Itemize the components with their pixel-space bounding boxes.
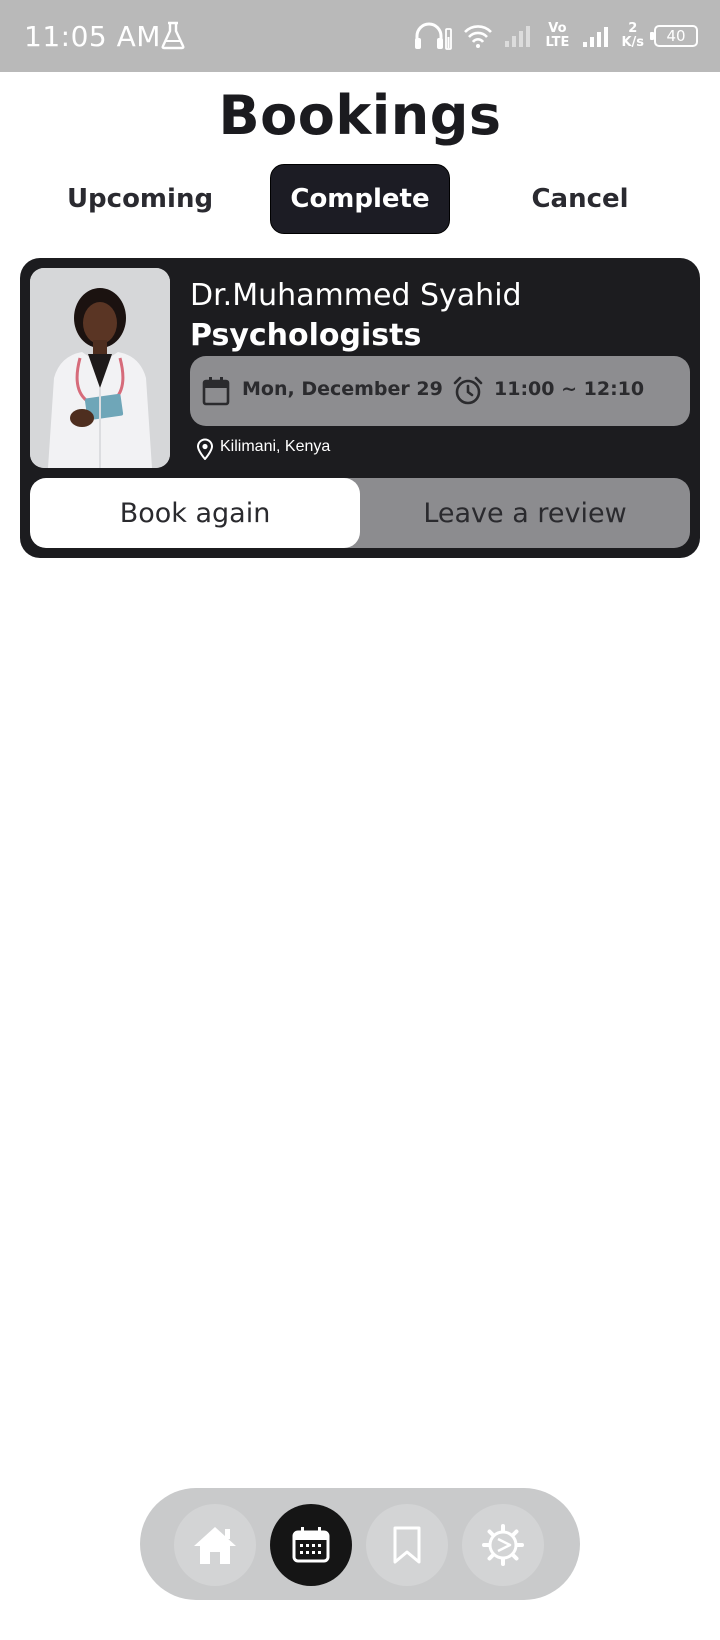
appointment-datetime: Mon, December 29 11:00 ~ 12:10 bbox=[190, 356, 690, 426]
tab-cancel[interactable]: Cancel bbox=[490, 164, 670, 234]
doctor-photo bbox=[30, 268, 170, 468]
network-speed: 2 K/s bbox=[621, 22, 644, 50]
appointment-time: 11:00 ~ 12:10 bbox=[494, 378, 645, 400]
appointment-date: Mon, December 29 bbox=[242, 378, 443, 400]
booking-tabs: Upcoming Complete Cancel bbox=[0, 164, 720, 234]
settings-icon bbox=[482, 1524, 524, 1566]
tab-complete[interactable]: Complete bbox=[270, 164, 450, 234]
doctor-specialty: Psychologists bbox=[190, 318, 422, 353]
nav-settings[interactable] bbox=[462, 1504, 544, 1586]
nav-saved[interactable] bbox=[366, 1504, 448, 1586]
status-time: 11:05 AM bbox=[24, 20, 161, 53]
location-pin-icon bbox=[196, 438, 214, 460]
signal-weak-icon bbox=[505, 26, 531, 47]
nav-home[interactable] bbox=[174, 1504, 256, 1586]
calendar-icon bbox=[202, 377, 230, 406]
nav-bookings[interactable] bbox=[270, 1504, 352, 1586]
appointment-location: Kilimani, Kenya bbox=[220, 438, 331, 455]
tab-upcoming[interactable]: Upcoming bbox=[54, 164, 226, 234]
doctor-name: Dr.Muhammed Syahid bbox=[190, 278, 522, 313]
wifi-icon bbox=[464, 25, 493, 48]
status-bar: 11:05 AM Vo LTE 2 K/s 40 bbox=[0, 0, 720, 72]
battery-icon: 40 bbox=[650, 25, 698, 47]
battery-level: 40 bbox=[666, 27, 686, 45]
alarm-clock-icon bbox=[453, 376, 483, 405]
home-icon bbox=[194, 1527, 236, 1564]
network-type: Vo LTE bbox=[545, 21, 570, 50]
book-again-button[interactable]: Book again bbox=[30, 478, 360, 548]
status-icons: Vo LTE 2 K/s 40 bbox=[413, 18, 698, 54]
headphones-icon bbox=[415, 22, 453, 50]
leave-review-button[interactable]: Leave a review bbox=[360, 478, 690, 548]
signal-icon bbox=[583, 27, 609, 47]
booking-actions: Book again Leave a review bbox=[30, 478, 690, 548]
flask-icon bbox=[161, 21, 185, 50]
calendar-icon bbox=[292, 1527, 330, 1563]
network-speed-value: 2 bbox=[628, 21, 638, 36]
network-speed-unit: K/s bbox=[621, 35, 644, 50]
doctor-portrait bbox=[30, 268, 170, 468]
booking-card[interactable]: Dr.Muhammed Syahid Psychologists Mon, De… bbox=[20, 258, 700, 558]
page-title: Bookings bbox=[218, 84, 502, 147]
bookmark-icon bbox=[393, 1526, 421, 1564]
bottom-nav bbox=[140, 1488, 580, 1600]
